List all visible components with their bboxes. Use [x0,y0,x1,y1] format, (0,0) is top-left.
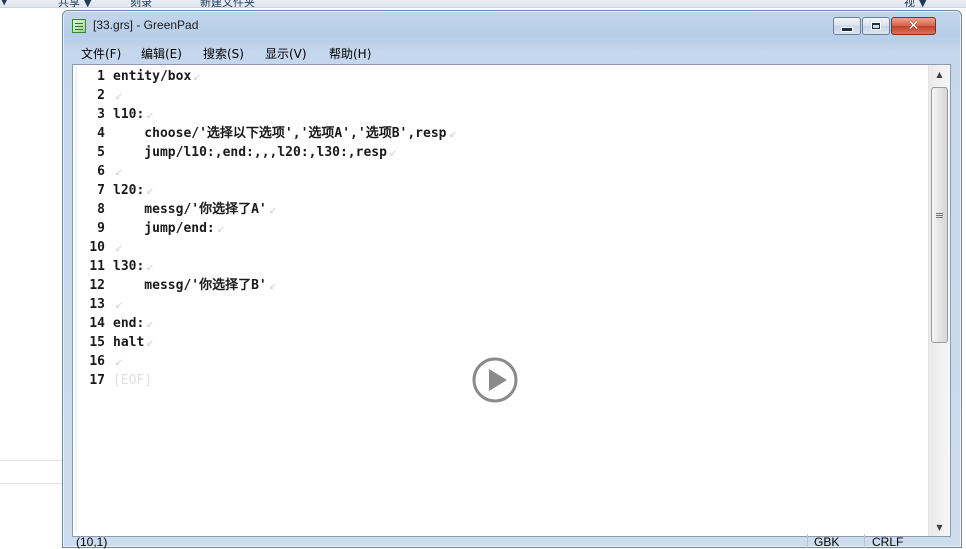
line-number: 17 [89,373,105,388]
greenpad-icon[interactable] [72,19,86,33]
line-ending-indicator: CRLF [872,535,904,549]
line-number: 10 [89,240,105,255]
vertical-scrollbar[interactable]: ▲ ▼ [928,65,950,536]
bg-toolbar-item: 新建文件夹 [200,0,255,8]
minimize-button[interactable] [833,17,861,35]
background-divider [0,460,62,484]
line-break-icon: ↙ [115,354,123,369]
bg-toolbar-item: 刻录 [130,0,152,8]
menu-help[interactable]: 帮助(H) [329,45,371,62]
editor-line[interactable]: 12 messg/'你选择了B' ↙ [75,276,927,295]
minimize-icon [841,26,853,32]
menu-edit[interactable]: 编辑(E) [141,45,182,62]
line-number: 15 [89,335,105,350]
text-editor[interactable]: 1 entity/box ↙ 2 ↙ 3 l10: ↙ 4 choose/'选择以下选项','选… [75,67,927,534]
status-bar: (10,1) GBK CRLF [72,534,951,549]
editor-line[interactable]: 6 ↙ [75,162,927,181]
editor-line[interactable]: 8 messg/'你选择了A' ↙ [75,200,927,219]
line-break-icon: ↙ [146,259,154,274]
line-number: 5 [97,145,105,160]
line-break-icon: ↙ [449,126,457,141]
line-break-icon: ↙ [217,221,225,236]
greenpad-window: [33.grs] - GreenPad ✕ 文件(F) 编辑(E) 搜索(S) … [62,10,962,549]
menu-file[interactable]: 文件(F) [81,45,121,62]
menu-bar: 文件(F) 编辑(E) 搜索(S) 显示(V) 帮助(H) [67,43,957,63]
line-break-icon: ↙ [146,316,154,331]
line-number: 11 [89,259,105,274]
line-number: 6 [97,164,105,179]
line-break-icon: ↙ [269,202,277,217]
code-text: jump/l10:,end:,,,l20:,l30:,resp [113,145,387,160]
line-number: 13 [89,297,105,312]
line-number: 9 [97,221,105,236]
scroll-up-arrow-icon[interactable]: ▲ [929,65,950,83]
maximize-icon [872,23,880,29]
line-break-icon: ↙ [389,145,397,160]
line-break-icon: ↙ [115,297,123,312]
close-button[interactable]: ✕ [891,17,936,35]
editor-line[interactable]: 1 entity/box ↙ [75,67,927,86]
line-number: 12 [89,278,105,293]
code-text: l30: [113,259,145,274]
code-text: choose/'选择以下选项','选项A','选项B',resp [113,126,447,141]
background-explorer-toolbar: ▼ 共享 ▼ 刻录 新建文件夹 视 ▼ [0,0,966,8]
line-number: 2 [97,88,105,103]
editor-line[interactable]: 11 l30: ↙ [75,257,927,276]
line-break-icon: ↙ [146,183,154,198]
code-text: halt [113,335,145,350]
code-text: l20: [113,183,145,198]
code-text: messg/'你选择了A' [113,202,267,217]
encoding-indicator: GBK [814,535,840,549]
line-number: 3 [97,107,105,122]
editor-line[interactable]: 9 jump/end: ↙ [75,219,927,238]
code-text: end: [113,316,145,331]
bg-toolbar-item: ▼ [0,0,9,7]
editor-line[interactable]: 15 halt ↙ [75,333,927,352]
code-text: entity/box [113,69,192,84]
menu-search[interactable]: 搜索(S) [203,45,244,62]
scrollbar-thumb[interactable] [931,87,948,343]
maximize-button[interactable] [862,17,890,35]
status-divider [864,534,865,548]
line-number: 16 [89,354,105,369]
close-icon: ✕ [907,18,920,34]
window-title: [33.grs] - GreenPad [93,18,199,32]
editor-line[interactable]: 10 ↙ [75,238,927,257]
editor-line[interactable]: 7 l20: ↙ [75,181,927,200]
code-text: messg/'你选择了B' [113,278,267,293]
editor-line[interactable]: 3 l10: ↙ [75,105,927,124]
code-text: jump/end: [113,221,215,236]
bg-toolbar-item: 视 ▼ [904,0,927,8]
line-break-icon: ↙ [146,107,154,122]
play-icon[interactable] [471,356,519,404]
status-divider [807,534,808,548]
editor-line[interactable]: 5 jump/l10:,end:,,,l20:,l30:,resp ↙ [75,143,927,162]
grip-icon [936,212,943,218]
line-break-icon: ↙ [146,335,154,350]
line-number: 8 [97,202,105,217]
scroll-down-arrow-icon[interactable]: ▼ [929,518,950,536]
editor-line[interactable]: 4 choose/'选择以下选项','选项A','选项B',resp ↙ [75,124,927,143]
eof-marker: [EOF] [113,373,153,388]
line-number: 14 [89,316,105,331]
bg-toolbar-item: 共享 ▼ [58,0,92,8]
cursor-position: (10,1) [76,535,108,549]
editor-line[interactable]: 14 end: ↙ [75,314,927,333]
editor-line[interactable]: 13 ↙ [75,295,927,314]
line-number: 7 [97,183,105,198]
line-break-icon: ↙ [193,69,201,84]
line-number: 4 [97,126,105,141]
title-bar[interactable]: [33.grs] - GreenPad ✕ [63,11,961,39]
line-break-icon: ↙ [269,278,277,293]
line-number: 1 [97,69,105,84]
line-break-icon: ↙ [115,164,123,179]
menu-view[interactable]: 显示(V) [265,45,307,62]
line-break-icon: ↙ [115,240,123,255]
editor-client-area: 1 entity/box ↙ 2 ↙ 3 l10: ↙ 4 choose/'选择以下选项','选… [72,64,951,537]
line-break-icon: ↙ [115,88,123,103]
editor-line[interactable]: 2 ↙ [75,86,927,105]
code-text: l10: [113,107,145,122]
